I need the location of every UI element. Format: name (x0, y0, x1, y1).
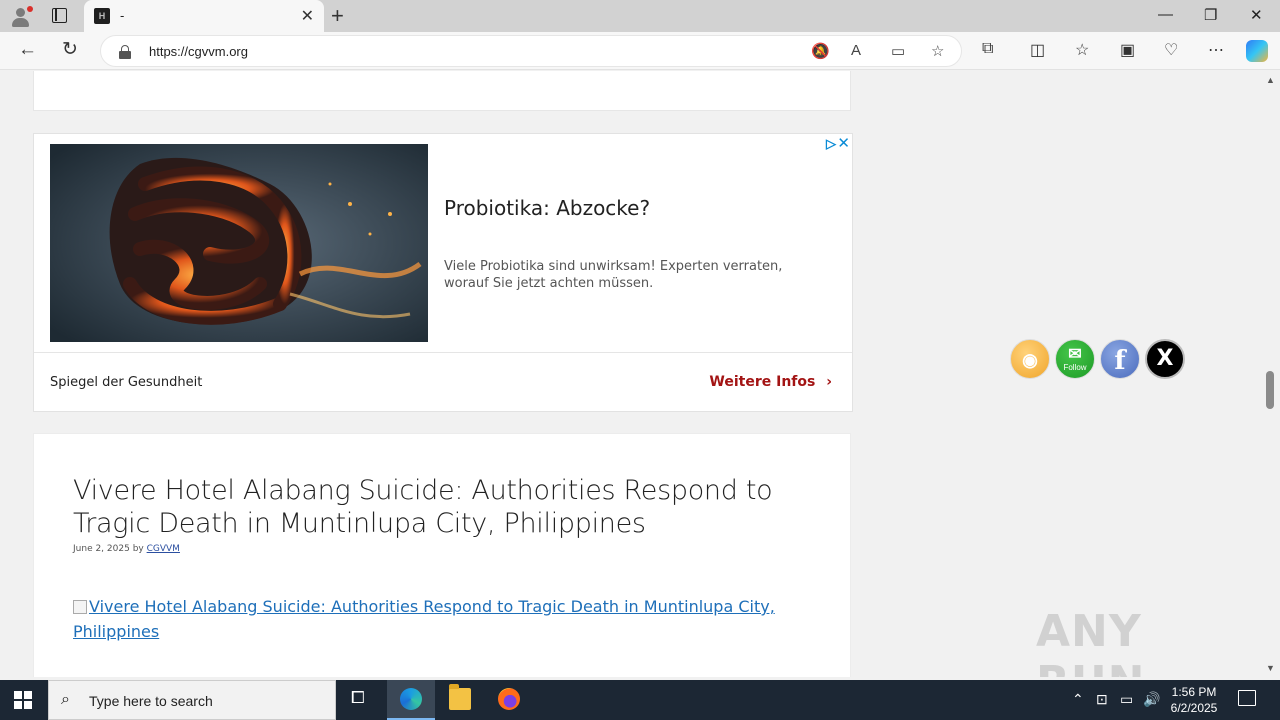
taskbar-file-explorer[interactable] (436, 680, 484, 720)
tab-title: - (120, 8, 125, 23)
browser-toolbar: ← ↻ https://cgvvm.org 🔕 A ▭ ☆ ⧉ ◫ ☆ ▣ ♡ … (0, 32, 1280, 70)
article-by: by (132, 544, 144, 554)
clock-time: 1:56 PM (1171, 685, 1217, 699)
x-twitter-button[interactable]: X (1145, 339, 1185, 379)
firefox-icon (498, 688, 520, 710)
split-screen-icon[interactable]: ◫ (1030, 40, 1045, 60)
mail-icon: ✉ (1068, 346, 1082, 363)
ad-divider (34, 352, 852, 353)
article-card: Vivere Hotel Alabang Suicide: Authoritie… (33, 433, 851, 677)
tab-close-icon[interactable]: ✕ (301, 6, 314, 26)
facebook-icon: f (1114, 346, 1126, 376)
browser-title-bar: H - ✕ + — ❐ ✕ (0, 0, 1280, 32)
scroll-down-icon[interactable]: ▼ (1266, 663, 1275, 673)
taskbar-clock[interactable]: 1:56 PM 6/2/2025 (1166, 684, 1222, 716)
copilot-icon[interactable] (1246, 40, 1268, 62)
advertisement[interactable]: ▷ ✕ Probiotika: Abzocke? Viele Probiotik… (33, 133, 853, 412)
anyrun-watermark: ANY RUN (1036, 606, 1144, 677)
profile-icon[interactable] (10, 6, 33, 28)
favorite-star-icon[interactable]: ☆ (931, 42, 944, 60)
ad-source[interactable]: Spiegel der Gesundheit (50, 375, 202, 390)
network-icon[interactable]: ▭ (1120, 691, 1133, 708)
search-icon: ⌕ (61, 691, 70, 708)
browser-essentials-icon[interactable]: ♡ (1164, 40, 1178, 60)
follow-label: Follow (1063, 363, 1087, 372)
taskbar-firefox[interactable] (485, 680, 533, 720)
taskbar-search[interactable]: ⌕ Type here to search (48, 680, 336, 720)
broken-image-icon (73, 600, 87, 614)
scroll-thumb[interactable] (1266, 371, 1274, 409)
collections-icon[interactable]: ▣ (1120, 40, 1135, 60)
ad-title[interactable]: Probiotika: Abzocke? (444, 196, 650, 220)
article-author-link[interactable]: CGVVM (147, 544, 180, 554)
settings-more-icon[interactable]: ⋯ (1208, 40, 1224, 60)
ad-cta-label: Weitere Infos (709, 374, 816, 390)
article-meta: June 2, 2025 by CGVVM (73, 544, 180, 554)
search-placeholder: Type here to search (89, 693, 213, 709)
favorites-icon[interactable]: ☆ (1075, 40, 1089, 60)
facebook-button[interactable]: f (1100, 339, 1140, 379)
taskbar-edge[interactable] (387, 680, 435, 720)
folder-icon (449, 684, 471, 710)
edge-icon (400, 688, 422, 710)
windows-taskbar: ⌕ Type here to search ⧠ ⌃ ⊡ ▭ 🔊 1:56 PM … (0, 680, 1280, 720)
browser-tab[interactable]: H - ✕ (84, 0, 324, 32)
notification-center-icon[interactable] (1238, 690, 1256, 706)
immersive-reader-icon[interactable]: ▭ (891, 42, 905, 60)
close-window-button[interactable]: ✕ (1250, 6, 1263, 24)
article-date: June 2, 2025 (73, 544, 130, 554)
notifications-blocked-icon[interactable]: 🔕 (811, 42, 830, 60)
article-title[interactable]: Vivere Hotel Alabang Suicide: Authoritie… (73, 474, 813, 540)
task-view-icon: ⧠ (351, 688, 365, 707)
new-tab-button[interactable]: + (331, 3, 344, 29)
task-view-button[interactable]: ⧠ (338, 680, 386, 720)
minimize-button[interactable]: — (1158, 6, 1173, 23)
extensions-icon[interactable]: ⧉ (982, 40, 993, 58)
rss-button[interactable]: ◉ (1010, 339, 1050, 379)
clock-date: 6/2/2025 (1170, 701, 1218, 715)
ad-description[interactable]: Viele Probiotika sind unwirksam! Experte… (444, 258, 824, 292)
adchoices-icon[interactable]: ▷ (826, 136, 836, 152)
restore-button[interactable]: ❐ (1204, 6, 1217, 24)
chevron-right-icon: › (826, 374, 832, 390)
reload-button[interactable]: ↻ (62, 40, 78, 60)
email-follow-button[interactable]: ✉ Follow (1055, 339, 1095, 379)
article-image-link[interactable]: Vivere Hotel Alabang Suicide: Authoritie… (73, 594, 793, 644)
ad-image[interactable] (50, 144, 428, 342)
address-bar[interactable]: https://cgvvm.org 🔕 A ▭ ☆ (100, 35, 962, 67)
tab-favicon-icon: H (94, 8, 110, 24)
start-button[interactable] (14, 691, 32, 709)
url-text[interactable]: https://cgvvm.org (149, 44, 248, 59)
back-button[interactable]: ← (18, 40, 37, 60)
read-aloud-icon[interactable]: A (851, 42, 861, 59)
previous-card (33, 71, 851, 111)
ad-cta-button[interactable]: Weitere Infos › (709, 374, 832, 390)
tab-actions-icon[interactable] (52, 8, 67, 23)
scroll-up-icon[interactable]: ▲ (1266, 75, 1275, 85)
page-scrollbar[interactable]: ▲ ▼ (1262, 71, 1280, 677)
lock-icon[interactable] (119, 45, 131, 59)
tray-chevron-up-icon[interactable]: ⌃ (1072, 691, 1084, 708)
article-image-alt: Vivere Hotel Alabang Suicide: Authoritie… (73, 597, 775, 641)
rss-icon: ◉ (1022, 350, 1038, 370)
tray-app-icon[interactable]: ⊡ (1096, 691, 1108, 708)
page-content: ▷ ✕ Probiotika: Abzocke? Viele Probiotik… (0, 71, 1262, 677)
volume-icon[interactable]: 🔊 (1143, 691, 1160, 708)
x-icon: X (1156, 346, 1174, 371)
ad-close-icon[interactable]: ✕ (837, 134, 850, 152)
